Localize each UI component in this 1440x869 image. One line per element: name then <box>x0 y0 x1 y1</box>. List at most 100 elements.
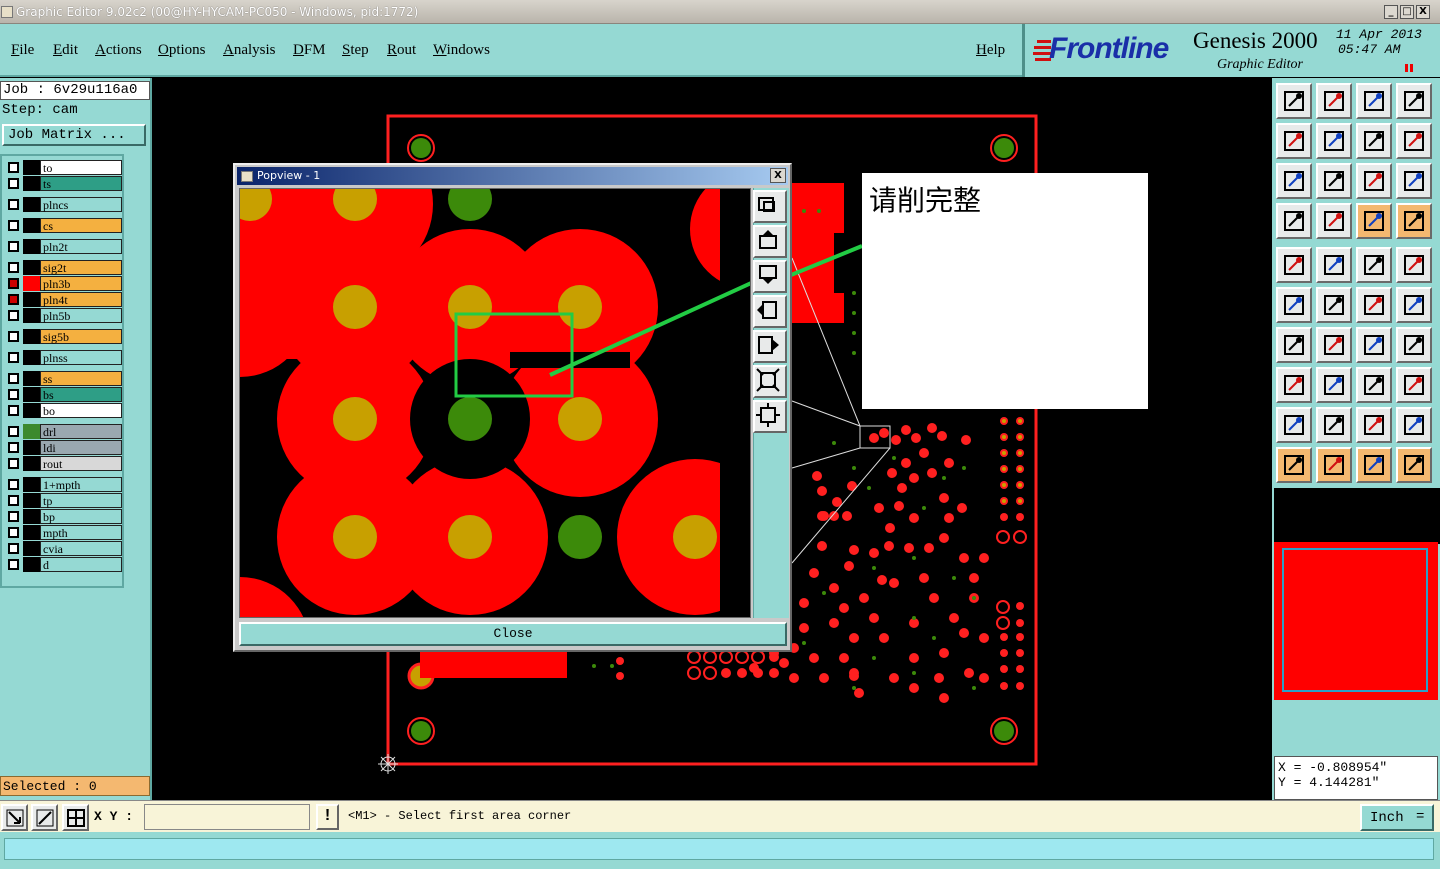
layer-row-pln2t[interactable]: pln2t <box>4 239 122 254</box>
layer-color-swatch[interactable] <box>23 308 40 323</box>
layer-checkbox[interactable] <box>8 389 19 400</box>
layers-red-icon[interactable] <box>1356 203 1392 239</box>
popview-pan-left-button[interactable] <box>753 295 787 328</box>
layer-checkbox[interactable] <box>8 442 19 453</box>
menu-options[interactable]: Options <box>158 42 206 59</box>
units-dropdown[interactable]: Inch = <box>1360 804 1434 831</box>
ratio-1-2-icon[interactable] <box>1356 163 1392 199</box>
layer-name[interactable]: ldi <box>40 440 122 455</box>
popview-pan-up-button[interactable] <box>753 225 787 258</box>
layer-row-bs[interactable]: bs <box>4 387 122 402</box>
layer-name[interactable]: plncs <box>40 197 122 212</box>
layer-color-swatch[interactable] <box>23 350 40 365</box>
grid-tool-button[interactable] <box>62 804 89 831</box>
snap-tool-button[interactable] <box>1 804 28 831</box>
layer-name[interactable]: drl <box>40 424 122 439</box>
layer-name[interactable]: ss <box>40 371 122 386</box>
circle-pad-icon[interactable] <box>1396 247 1432 283</box>
parallel-red-icon[interactable] <box>1396 327 1432 363</box>
box-right-icon[interactable] <box>1316 123 1352 159</box>
popview-zoom-out-button[interactable] <box>753 365 787 398</box>
layer-name[interactable]: pln4t <box>40 292 122 307</box>
layer-name[interactable]: rout <box>40 456 122 471</box>
maximize-button[interactable]: □ <box>1400 5 1414 19</box>
layer-row-pln4t[interactable]: pln4t <box>4 292 122 307</box>
layer-checkbox[interactable] <box>8 495 19 506</box>
layer-color-swatch[interactable] <box>23 440 40 455</box>
layer-color-swatch[interactable] <box>23 292 40 307</box>
pointer-box-icon[interactable] <box>1316 447 1352 483</box>
layer-color-swatch[interactable] <box>23 525 40 540</box>
layer-row-1+mpth[interactable]: 1+mpth <box>4 477 122 492</box>
layer-name[interactable]: pln5b <box>40 308 122 323</box>
layer-color-swatch[interactable] <box>23 176 40 191</box>
zoom-center-icon[interactable] <box>1316 163 1352 199</box>
popview-pan-right-button[interactable] <box>753 330 787 363</box>
popview-titlebar[interactable]: Popview - 1 X <box>237 167 788 185</box>
pointer-circle-icon[interactable] <box>1356 447 1392 483</box>
layer-color-swatch[interactable] <box>23 197 40 212</box>
pad-select-icon[interactable] <box>1276 247 1312 283</box>
box-left-icon[interactable] <box>1276 123 1312 159</box>
layer-row-mpth[interactable]: mpth <box>4 525 122 540</box>
layer-color-swatch[interactable] <box>23 218 40 233</box>
layer-row-ldi[interactable]: ldi <box>4 440 122 455</box>
box-up-icon[interactable] <box>1276 83 1312 119</box>
layer-checkbox[interactable] <box>8 458 19 469</box>
popview-close-button[interactable]: Close <box>239 622 787 646</box>
layer-row-to[interactable]: to <box>4 160 122 175</box>
menu-analysis[interactable]: Analysis <box>223 42 276 59</box>
layer-color-swatch[interactable] <box>23 493 40 508</box>
layer-name[interactable]: bp <box>40 509 122 524</box>
popview-close-icon[interactable]: X <box>770 168 786 183</box>
xy-input[interactable] <box>144 804 310 830</box>
layer-row-d[interactable]: d <box>4 557 122 572</box>
triangle-up-icon[interactable] <box>1316 407 1352 443</box>
snap-settings-icon[interactable] <box>1276 203 1312 239</box>
layer-color-swatch[interactable] <box>23 329 40 344</box>
point-red-icon[interactable] <box>1276 367 1312 403</box>
layer-row-ss[interactable]: ss <box>4 371 122 386</box>
layer-name[interactable]: to <box>40 160 122 175</box>
menu-rout[interactable]: Rout <box>387 42 416 59</box>
popview-pan-down-button[interactable] <box>753 260 787 293</box>
layer-checkbox[interactable] <box>8 373 19 384</box>
zoom-fit-icon[interactable] <box>1276 163 1312 199</box>
layer-checkbox[interactable] <box>8 310 19 321</box>
layer-color-swatch[interactable] <box>23 371 40 386</box>
arc-node-icon[interactable] <box>1396 287 1432 323</box>
layer-checkbox[interactable] <box>8 426 19 437</box>
layer-row-bp[interactable]: bp <box>4 509 122 524</box>
window-xy-icon[interactable] <box>1396 83 1432 119</box>
layer-checkbox[interactable] <box>8 559 19 570</box>
menu-dfm[interactable]: DFM <box>293 42 326 59</box>
ruler-icon[interactable] <box>1356 247 1392 283</box>
pointer-icon[interactable] <box>1276 447 1312 483</box>
layer-checkbox[interactable] <box>8 405 19 416</box>
layer-row-rout[interactable]: rout <box>4 456 122 471</box>
layer-color-swatch[interactable] <box>23 424 40 439</box>
app-icon[interactable] <box>1 6 13 18</box>
layer-name[interactable]: plnss <box>40 350 122 365</box>
layer-row-bo[interactable]: bo <box>4 403 122 418</box>
blocks-blue-icon[interactable] <box>1396 367 1432 403</box>
menu-windows[interactable]: Windows <box>433 42 490 59</box>
minimize-button[interactable]: _ <box>1384 5 1398 19</box>
layer-name[interactable]: d <box>40 557 122 572</box>
layer-color-swatch[interactable] <box>23 276 40 291</box>
layer-name[interactable]: 1+mpth <box>40 477 122 492</box>
layer-row-ts[interactable]: ts <box>4 176 122 191</box>
layer-color-swatch[interactable] <box>23 239 40 254</box>
line-blue-icon[interactable] <box>1316 367 1352 403</box>
angle-red-icon[interactable] <box>1276 327 1312 363</box>
layer-color-swatch[interactable] <box>23 477 40 492</box>
help-icon[interactable] <box>1396 163 1432 199</box>
menu-file[interactable]: File <box>11 42 34 59</box>
arc-hook-icon[interactable] <box>1356 327 1392 363</box>
layer-name[interactable]: sig5b <box>40 329 122 344</box>
slash-blue-icon[interactable] <box>1316 327 1352 363</box>
layer-name[interactable]: cs <box>40 218 122 233</box>
layer-color-swatch[interactable] <box>23 557 40 572</box>
triangle-shape-icon[interactable] <box>1396 407 1432 443</box>
layer-row-tp[interactable]: tp <box>4 493 122 508</box>
